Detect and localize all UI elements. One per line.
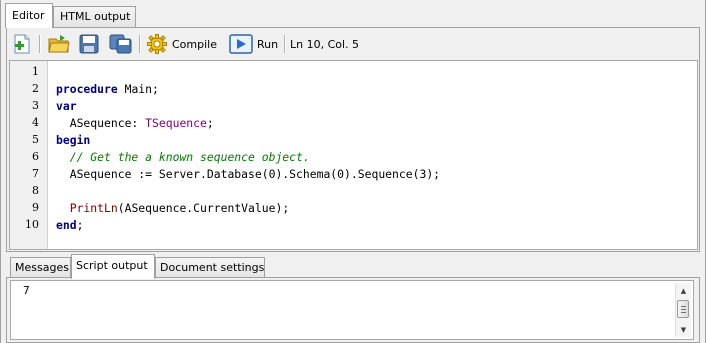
code-line: end; — [56, 217, 83, 234]
line-number: 5 — [32, 133, 39, 146]
scroll-down-icon[interactable]: ▼ — [677, 323, 690, 336]
toolbar-separator — [139, 35, 141, 53]
code-token: ASequence := Server.Database(0).Schema(0… — [56, 167, 441, 181]
new-button[interactable] — [12, 33, 32, 55]
code-line: begin — [56, 132, 90, 149]
code-line: // Get the a known sequence object. — [56, 149, 310, 166]
code-line: procedure Main; — [56, 81, 159, 98]
line-number: 8 — [32, 184, 39, 197]
code-token: PrintLn — [56, 201, 118, 215]
tab-messages[interactable]: Messages — [10, 257, 71, 278]
code-token: procedure — [56, 82, 118, 96]
tab-script-output[interactable]: Script output — [71, 254, 155, 279]
code-editor[interactable]: 1 2 3 4 5 6 7 8 9 10 procedure Main; var ASequence… — [9, 60, 698, 250]
line-number: 9 — [32, 201, 39, 214]
scrollbar-thumb[interactable] — [677, 300, 689, 318]
vertical-scrollbar[interactable]: ▲ ▼ — [675, 283, 691, 337]
code-token: (ASequence.CurrentValue); — [117, 201, 290, 215]
line-number-gutter: 1 2 3 4 5 6 7 8 9 10 — [10, 61, 48, 249]
tab-editor[interactable]: Editor — [5, 3, 53, 28]
toolbar-separator — [284, 35, 286, 53]
tab-html-output[interactable]: HTML output — [53, 6, 136, 27]
run-label: Run — [257, 37, 279, 51]
code-line: var — [56, 98, 77, 115]
code-token: ; — [206, 116, 214, 130]
code-token: ; — [76, 218, 84, 232]
script-output-box[interactable]: 7 ▲ ▼ — [10, 280, 694, 340]
save-all-icon — [109, 34, 132, 54]
cursor-position-text: Ln 10, Col. 5 — [290, 37, 360, 51]
compile-button[interactable]: Compile — [146, 33, 217, 55]
line-number: 10 — [25, 218, 39, 231]
toolbar-separator — [39, 35, 41, 53]
run-button[interactable]: Run — [229, 33, 278, 55]
script-output-text: 7 — [23, 284, 30, 297]
cursor-position: Ln 10, Col. 5 — [290, 33, 359, 55]
new-document-icon — [14, 34, 30, 54]
line-number: 4 — [32, 116, 39, 129]
code-token: var — [56, 99, 77, 113]
code-token: Main; — [117, 82, 159, 96]
code-token: // Get the a known sequence object. — [56, 150, 310, 164]
line-number: 3 — [32, 99, 39, 112]
save-all-button[interactable] — [109, 33, 133, 55]
open-folder-icon — [48, 35, 70, 53]
code-token: TSequence — [145, 116, 207, 130]
line-number: 7 — [32, 167, 39, 180]
line-number: 6 — [32, 150, 39, 163]
tab-document-settings[interactable]: Document settings — [155, 257, 265, 278]
toolbar: Compile Run Ln 10, Col. 5 — [8, 30, 698, 58]
code-line: ASequence := Server.Database(0).Schema(0… — [56, 166, 440, 183]
play-icon — [229, 34, 253, 54]
line-number: 1 — [32, 65, 39, 78]
compile-label: Compile — [172, 37, 217, 51]
code-token: ASequence: — [56, 116, 146, 130]
code-line: ASequence: TSequence; — [56, 115, 214, 132]
scroll-up-icon[interactable]: ▲ — [677, 284, 690, 297]
save-button[interactable] — [79, 33, 99, 55]
code-token: end — [56, 218, 77, 232]
line-number: 2 — [32, 82, 39, 95]
gear-icon — [147, 34, 167, 54]
code-line: PrintLn(ASequence.CurrentValue); — [56, 200, 289, 217]
code-token: begin — [56, 133, 91, 147]
save-disk-icon — [79, 34, 99, 54]
open-button[interactable] — [48, 33, 70, 55]
